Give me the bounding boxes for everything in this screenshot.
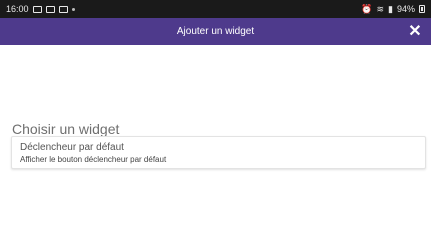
widget-name: Déclencheur par défaut <box>20 142 124 153</box>
image-icon <box>32 5 42 13</box>
close-icon: ✕ <box>408 23 422 40</box>
page-title: Ajouter un widget <box>176 26 255 37</box>
status-time: 16:00 <box>6 4 29 14</box>
widget-item-default-trigger[interactable]: Déclencheur par défaut Afficher le bouto… <box>11 136 426 169</box>
header-bar: Ajouter un widget ✕ <box>0 18 431 45</box>
widget-description: Afficher le bouton déclencheur par défau… <box>20 155 167 164</box>
wifi-icon: ≋ <box>376 3 385 14</box>
battery-icon <box>419 5 425 13</box>
status-bar: 16:00 ⏰ ≋ ▮ 94% <box>0 0 431 18</box>
close-button[interactable]: ✕ <box>405 21 425 41</box>
signal-icon: ▮ <box>388 3 393 14</box>
cast-icon <box>45 5 55 13</box>
status-left: 16:00 <box>6 4 75 14</box>
gallery-icon <box>58 5 68 13</box>
more-dots-icon <box>71 7 75 11</box>
battery-percent: 94% <box>396 4 415 14</box>
alarm-icon: ⏰ <box>361 3 373 14</box>
section-title: Choisir un widget <box>12 121 120 137</box>
status-right: ⏰ ≋ ▮ 94% <box>361 4 425 15</box>
